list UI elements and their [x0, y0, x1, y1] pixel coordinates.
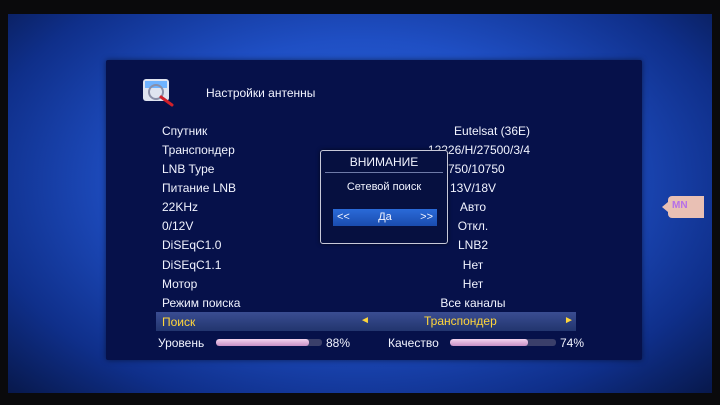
setting-label-diseqc-1-0[interactable]: DiSEqC1.0	[162, 238, 221, 252]
dialog-yes-button[interactable]: << Да >>	[333, 209, 437, 226]
setting-value-search: Транспондер	[424, 314, 497, 328]
setting-label-lnb-power[interactable]: Питание LNB	[162, 181, 236, 195]
arrow-right-icon[interactable]: ►	[564, 315, 574, 326]
signal-level-label: Уровень	[158, 336, 205, 350]
arrow-left-icon[interactable]: ◄	[360, 315, 370, 326]
setting-value-motor[interactable]: Нет	[396, 277, 550, 291]
page-title: Настройки антенны	[206, 86, 316, 100]
setting-label-search: Поиск	[162, 315, 196, 329]
setting-value-search-mode[interactable]: Все каналы	[396, 296, 550, 310]
chevron-right-icon[interactable]: >>	[420, 211, 433, 223]
signal-level-bar	[216, 339, 322, 346]
screen-bezel-right	[712, 0, 720, 405]
dialog-message: Сетевой поиск	[346, 181, 422, 193]
signal-quality-fill	[450, 339, 529, 346]
attention-dialog: ВНИМАНИЕ Сетевой поиск << Да >>	[320, 150, 448, 244]
side-menu-tab[interactable]: MN	[668, 196, 704, 218]
screen-bezel-top	[0, 0, 720, 14]
dialog-divider	[325, 172, 443, 173]
setting-label-lnb-type[interactable]: LNB Type	[162, 162, 214, 176]
signal-quality-label: Качество	[388, 336, 439, 350]
setting-label-search-mode[interactable]: Режим поиска	[162, 296, 240, 310]
screen-bezel-bottom	[0, 393, 720, 405]
side-tab-text: MN	[672, 200, 688, 211]
setting-value-diseqc-1-1[interactable]: Нет	[396, 258, 550, 272]
signal-level-percent: 88%	[326, 336, 351, 350]
setting-label-transponder[interactable]: Транспондер	[162, 143, 235, 157]
satellite-dish-search-icon	[143, 79, 174, 107]
setting-label-motor[interactable]: Мотор	[162, 277, 197, 291]
screen-bezel-left	[0, 0, 8, 405]
setting-label-0-12v[interactable]: 0/12V	[162, 219, 193, 233]
setting-label-satellite[interactable]: Спутник	[162, 124, 207, 138]
signal-level-fill	[216, 339, 310, 346]
dialog-title: ВНИМАНИЕ	[349, 155, 419, 169]
selected-row-search[interactable]: Поиск ◄ Транспондер ►	[156, 312, 576, 331]
signal-quality-percent: 74%	[560, 336, 585, 350]
setting-value-satellite[interactable]: Eutelsat (36E)	[400, 124, 530, 138]
signal-quality-bar	[450, 339, 556, 346]
setting-label-diseqc-1-1[interactable]: DiSEqC1.1	[162, 258, 221, 272]
setting-label-22khz[interactable]: 22KHz	[162, 200, 198, 214]
